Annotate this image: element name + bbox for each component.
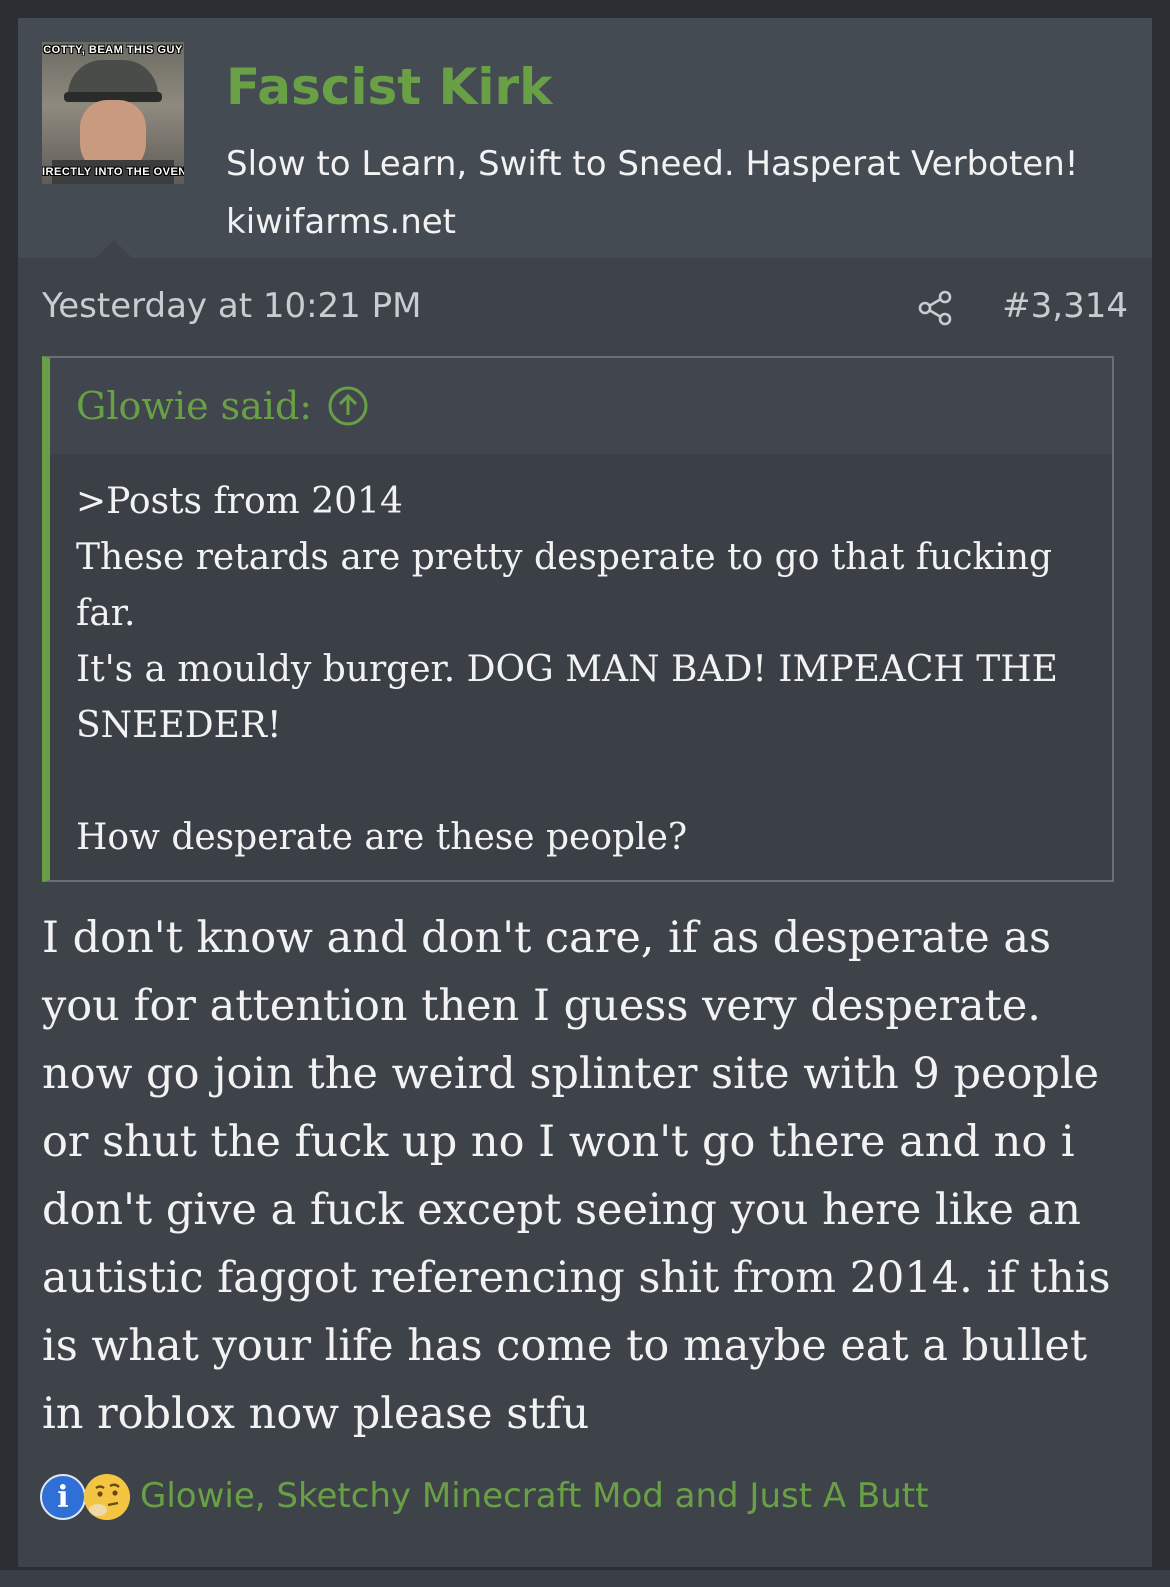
quote-header: Glowie said: [50, 358, 1112, 454]
quote-line: How desperate are these people? [76, 817, 688, 858]
quote-line: These retards are pretty desperate to go… [76, 537, 1064, 634]
quote-line: >Posts from 2014 [76, 481, 403, 522]
reactions-bar[interactable]: i Glowie, Sketchy Minecraft Mod and Just… [40, 1470, 1130, 1526]
quote-author-link[interactable]: Glowie said: [76, 384, 312, 430]
post-timestamp[interactable]: Yesterday at 10:21 PM [42, 286, 421, 327]
info-icon[interactable]: i [40, 1474, 86, 1520]
reaction-users-link[interactable]: Glowie, Sketchy Minecraft Mod and Just A… [140, 1474, 928, 1518]
quote-block: Glowie said: >Posts from 2014 These reta… [42, 356, 1114, 882]
user-site: kiwifarms.net [226, 202, 457, 242]
avatar-caption-top: COTTY, BEAM THIS GUY [43, 44, 183, 56]
forum-post: COTTY, BEAM THIS GUY IRECTLY INTO THE OV… [18, 18, 1152, 1567]
share-icon[interactable] [916, 288, 956, 328]
avatar-caption-bottom: IRECTLY INTO THE OVEN [42, 166, 184, 178]
username[interactable]: Fascist Kirk [226, 62, 552, 112]
header-pointer [96, 240, 132, 258]
next-post-edge [0, 1570, 1170, 1587]
thinking-face-icon[interactable] [84, 1474, 130, 1520]
quote-line [76, 754, 1096, 810]
arrow-up-circle-icon[interactable] [328, 386, 368, 426]
user-header: COTTY, BEAM THIS GUY IRECTLY INTO THE OV… [18, 18, 1152, 258]
user-title: Slow to Learn, Swift to Sneed. Hasperat … [226, 144, 1079, 184]
quote-line: It's a mouldy burger. DOG MAN BAD! IMPEA… [76, 649, 1070, 746]
post-message: I don't know and don't care, if as despe… [42, 913, 1111, 1439]
quote-body: >Posts from 2014 These retards are prett… [76, 474, 1096, 866]
avatar[interactable]: COTTY, BEAM THIS GUY IRECTLY INTO THE OV… [42, 42, 184, 184]
post-number[interactable]: #3,314 [1002, 286, 1128, 327]
